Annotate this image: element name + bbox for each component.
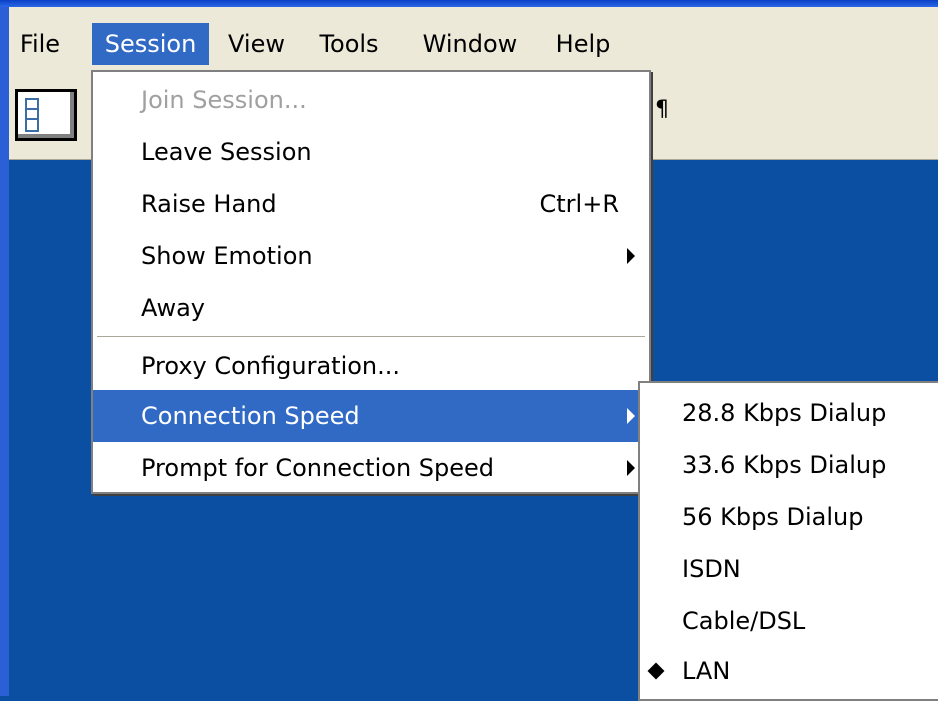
menu-file[interactable]: File xyxy=(9,23,71,65)
toolbar-partial-icon: ¶ xyxy=(655,97,669,122)
speed-option-33-6-dialup[interactable]: 33.6 Kbps Dialup xyxy=(640,439,938,491)
menu-view[interactable]: View xyxy=(219,23,294,65)
chevron-right-icon xyxy=(627,408,635,424)
layout-toggle-button[interactable] xyxy=(15,89,77,141)
menu-item-shortcut: Ctrl+R xyxy=(539,190,620,218)
menu-session[interactable]: Session xyxy=(92,23,209,65)
menu-item-label: Away xyxy=(141,294,205,322)
chevron-right-icon xyxy=(627,248,635,264)
speed-option-isdn[interactable]: ISDN xyxy=(640,543,938,595)
menu-item-prompt-connection-speed[interactable]: Prompt for Connection Speed xyxy=(93,442,649,494)
menu-item-connection-speed[interactable]: Connection Speed xyxy=(93,390,649,442)
chevron-right-icon xyxy=(627,460,635,476)
speed-option-56-dialup[interactable]: 56 Kbps Dialup xyxy=(640,491,938,543)
menu-item-label: Raise Hand xyxy=(141,190,277,218)
window-left-border xyxy=(0,7,9,696)
speed-option-28-8-dialup[interactable]: 28.8 Kbps Dialup xyxy=(640,387,938,439)
menu-item-label: Join Session... xyxy=(141,86,307,114)
menu-item-proxy-configuration[interactable]: Proxy Configuration... xyxy=(93,340,649,392)
speed-option-cable-dsl[interactable]: Cable/DSL xyxy=(640,595,938,647)
menu-item-label: Prompt for Connection Speed xyxy=(141,454,495,482)
menu-separator xyxy=(97,336,645,338)
menu-item-label: Cable/DSL xyxy=(682,607,806,635)
menu-item-label: ISDN xyxy=(682,555,741,583)
connection-speed-submenu: 28.8 Kbps Dialup 33.6 Kbps Dialup 56 Kbp… xyxy=(638,381,938,701)
menu-item-label: 56 Kbps Dialup xyxy=(682,503,864,531)
menu-item-label: Leave Session xyxy=(141,138,312,166)
menu-help[interactable]: Help xyxy=(545,23,621,65)
selected-bullet-icon xyxy=(647,662,665,680)
menu-item-leave-session[interactable]: Leave Session xyxy=(93,126,649,178)
menu-item-away[interactable]: Away xyxy=(93,282,649,334)
menu-item-label: Proxy Configuration... xyxy=(141,352,401,380)
menu-item-raise-hand[interactable]: Raise Hand Ctrl+R xyxy=(93,178,649,230)
menu-window[interactable]: Window xyxy=(407,23,533,65)
speed-option-lan[interactable]: LAN xyxy=(640,645,938,697)
menu-item-label: Show Emotion xyxy=(141,242,313,270)
menu-item-show-emotion[interactable]: Show Emotion xyxy=(93,230,649,282)
session-menu: Join Session... Leave Session Raise Hand… xyxy=(91,70,651,494)
menu-tools[interactable]: Tools xyxy=(305,23,393,65)
menu-item-label: 33.6 Kbps Dialup xyxy=(682,451,887,479)
menu-item-label: 28.8 Kbps Dialup xyxy=(682,399,887,427)
menu-item-label: Connection Speed xyxy=(141,402,360,430)
title-bar-edge xyxy=(0,0,938,7)
menu-item-label: LAN xyxy=(682,657,731,685)
menu-item-join-session[interactable]: Join Session... xyxy=(93,74,649,126)
panel-layout-icon xyxy=(25,98,39,132)
